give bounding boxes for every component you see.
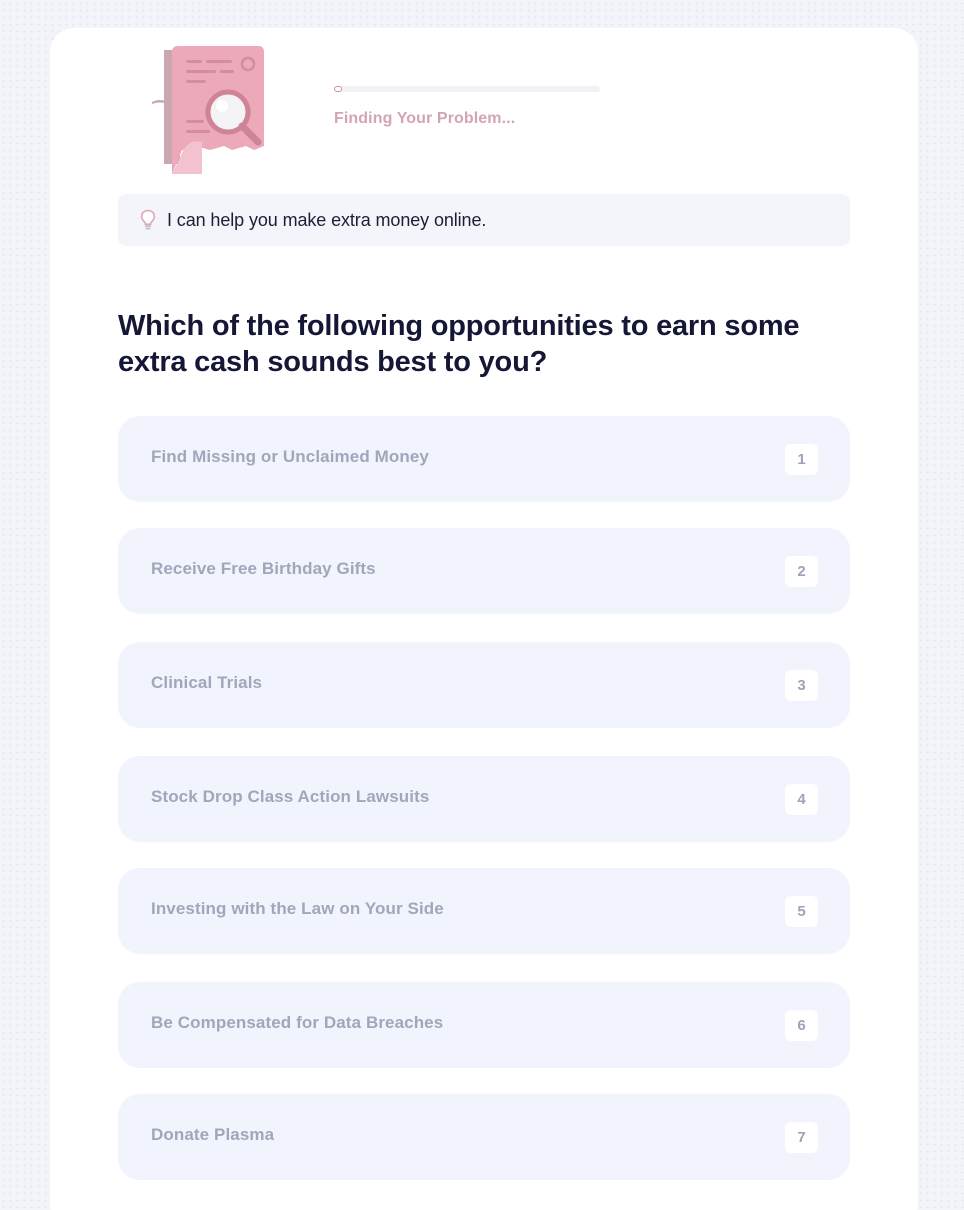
option-key-badge: 4 [785,783,818,815]
progress-bar-fill [334,86,342,92]
option-clinical-trials[interactable]: Clinical Trials 3 [118,642,850,728]
document-search-illustration [150,46,270,174]
hint-banner: I can help you make extra money online. [118,194,850,246]
question-heading: Which of the following opportunities to … [118,310,800,378]
option-label: Stock Drop Class Action Lawsuits [151,787,430,806]
option-key-badge: 5 [785,895,818,927]
option-key-badge: 7 [785,1121,818,1153]
question-card: Finding Your Problem... I can help you m… [50,28,918,1210]
option-label: Be Compensated for Data Breaches [151,1013,444,1032]
option-find-missing-money[interactable]: Find Missing or Unclaimed Money 1 [118,416,850,502]
progress-status-text: Finding Your Problem... [334,110,516,127]
option-data-breaches[interactable]: Be Compensated for Data Breaches 6 [118,982,850,1068]
lightbulb-icon [140,208,158,232]
option-stock-drop-lawsuits[interactable]: Stock Drop Class Action Lawsuits 4 [118,756,850,842]
option-label: Clinical Trials [151,673,263,692]
option-key-badge: 2 [785,555,818,587]
option-key-badge: 1 [785,443,818,475]
hint-text: I can help you make extra money online. [167,209,487,230]
option-label: Investing with the Law on Your Side [151,899,444,918]
option-key-badge: 3 [785,669,818,701]
option-donate-plasma[interactable]: Donate Plasma 7 [118,1094,850,1180]
option-investing-law[interactable]: Investing with the Law on Your Side 5 [118,868,850,954]
option-birthday-gifts[interactable]: Receive Free Birthday Gifts 2 [118,528,850,614]
progress-bar [334,86,600,92]
option-key-badge: 6 [785,1009,818,1041]
option-label: Find Missing or Unclaimed Money [151,447,429,466]
option-label: Donate Plasma [151,1125,275,1144]
option-label: Receive Free Birthday Gifts [151,559,376,578]
